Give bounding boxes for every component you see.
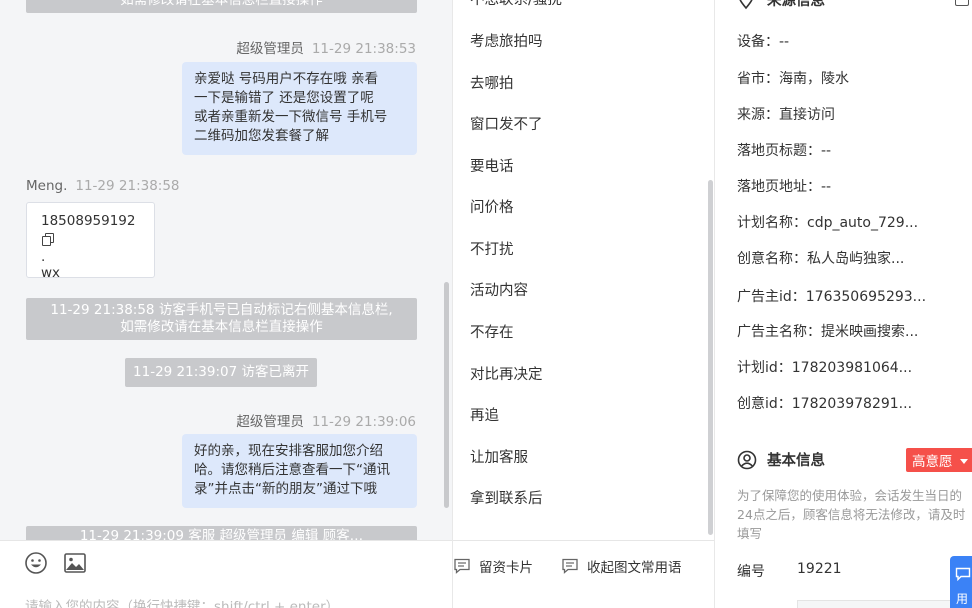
caret-down-icon bbox=[959, 459, 968, 464]
collapse-phrases-button[interactable]: 收起图文常用语 bbox=[561, 556, 682, 576]
card-dot: . bbox=[41, 249, 46, 265]
chat-panel: 如需修改请在基本信息栏直接操作 超级管理员 11-29 21:38:53 亲爱哒 … bbox=[0, 0, 452, 608]
system-message: 11-29 21:39:09 客服 超级管理员 编辑 顾客… bbox=[26, 526, 417, 540]
info-row-creative-id: 创意id：178203978291... bbox=[737, 396, 913, 412]
comment-icon bbox=[562, 558, 578, 574]
card-phone: 18508959192 bbox=[41, 213, 136, 229]
message-input[interactable]: 请输入您的内容（换行快捷键：shift/ctrl + enter） bbox=[25, 595, 339, 608]
intent-level-dropdown[interactable]: 高意愿 bbox=[906, 448, 972, 472]
quick-reply-item[interactable]: 活动内容 bbox=[470, 279, 528, 300]
quick-reply-item[interactable]: 不想联系/骚扰 bbox=[470, 0, 562, 9]
chat-icon bbox=[955, 567, 971, 581]
lead-card-label: 留资卡片 bbox=[479, 560, 533, 576]
info-row-creative-name: 创意名称：私人岛屿独家... bbox=[737, 251, 905, 267]
quick-reply-item[interactable]: 让加客服 bbox=[470, 446, 528, 467]
message-time: 11-29 21:38:58 bbox=[75, 178, 180, 194]
system-message-line: 11-29 21:38:58 访客手机号已自动标记右侧基本信息栏, bbox=[50, 302, 393, 318]
sender-name: 超级管理员 bbox=[236, 414, 304, 430]
quick-reply-item[interactable]: 不存在 bbox=[470, 321, 514, 342]
info-row-device: 设备：-- bbox=[737, 34, 790, 50]
system-message: 如需修改请在基本信息栏直接操作 bbox=[26, 0, 417, 13]
system-message-text: 11-29 21:39:07 访客已离开 bbox=[133, 364, 309, 380]
message-line: 录”并点击“新的朋友”通过下哦 bbox=[194, 481, 377, 497]
customer-info-panel: 来源信息 设备：-- 省市：海南，陵水 来源：直接访问 落地页标题：-- 落地页… bbox=[714, 0, 972, 608]
quick-reply-item[interactable]: 问价格 bbox=[470, 196, 514, 217]
chat-scrollbar[interactable] bbox=[444, 282, 449, 508]
visitor-message-card: 18508959192 . wx bbox=[26, 202, 155, 281]
system-message: 11-29 21:38:58 访客手机号已自动标记右侧基本信息栏, 如需修改请在… bbox=[26, 298, 417, 340]
info-row-advertiser-id: 广告主id：176350695293... bbox=[737, 289, 927, 305]
edit-icon[interactable] bbox=[955, 0, 969, 6]
quick-reply-item[interactable]: 窗口发不了 bbox=[470, 113, 543, 134]
agent-message-bubble: 亲爱哒 号码用户不存在哦 亲看 一下是输错了 还是您设置了呢 或者亲重新发一下微… bbox=[182, 62, 417, 155]
quick-reply-panel: 不想联系/骚扰 考虑旅拍吗 去哪拍 窗口发不了 要电话 问价格 不打扰 活动内容… bbox=[452, 0, 715, 608]
message-meta: Meng. 11-29 21:38:58 bbox=[26, 178, 180, 194]
info-row-plan-name: 计划名称：cdp_auto_729... bbox=[737, 215, 919, 231]
quick-reply-item[interactable]: 对比再决定 bbox=[470, 363, 543, 384]
quick-reply-item[interactable]: 拿到联系后 bbox=[470, 487, 543, 508]
agent-message-bubble: 好的亲，现在安排客服加您介绍 哈。请您稍后注意查看一下“通讯 录”并点击“新的朋… bbox=[182, 434, 417, 508]
lead-card-button[interactable]: 留资卡片 bbox=[453, 556, 533, 576]
float-service-button[interactable]: 用 bbox=[950, 556, 972, 608]
source-info-header: 来源信息 bbox=[737, 0, 825, 10]
info-field-input[interactable] bbox=[797, 600, 972, 608]
image-icon[interactable] bbox=[63, 551, 87, 575]
message-time: 11-29 21:39:06 bbox=[311, 414, 416, 430]
collapse-phrases-label: 收起图文常用语 bbox=[587, 560, 682, 576]
info-row-region: 省市：海南，陵水 bbox=[737, 71, 849, 87]
system-message-text: 11-29 21:39:09 客服 超级管理员 编辑 顾客… bbox=[79, 528, 364, 540]
message-line: 好的亲，现在安排客服加您介绍 bbox=[194, 443, 383, 459]
message-line: 哈。请您稍后注意查看一下“通讯 bbox=[194, 462, 390, 478]
intent-level-label: 高意愿 bbox=[912, 454, 953, 470]
quick-reply-item[interactable]: 去哪拍 bbox=[470, 72, 514, 93]
message-list[interactable]: 如需修改请在基本信息栏直接操作 超级管理员 11-29 21:38:53 亲爱哒 … bbox=[0, 0, 452, 540]
edit-deadline-notice: 为了保障您的使用体验，会话发生当日的24点之后，顾客信息将无法修改，请及时填写 bbox=[737, 488, 966, 541]
info-row-advertiser-name: 广告主名称：提米映画搜索... bbox=[737, 324, 919, 340]
message-line: 二维码加您发套餐了解 bbox=[194, 128, 329, 144]
quick-reply-scrollbar[interactable] bbox=[708, 180, 713, 535]
info-row-source: 来源：直接访问 bbox=[737, 107, 835, 123]
id-value: 19221 bbox=[797, 561, 842, 577]
system-message: 11-29 21:39:07 访客已离开 bbox=[125, 358, 317, 387]
smile-icon[interactable] bbox=[24, 551, 48, 575]
basic-info-header: 基本信息 bbox=[737, 449, 825, 470]
comment-icon bbox=[454, 558, 470, 574]
quick-reply-item[interactable]: 要电话 bbox=[470, 155, 514, 176]
card-phone-row: 18508959192 bbox=[41, 212, 140, 250]
message-line: 一下是输错了 还是您设置了呢 bbox=[194, 90, 374, 106]
message-line: 亲爱哒 号码用户不存在哦 亲看 bbox=[194, 71, 379, 87]
basic-info-title: 基本信息 bbox=[767, 453, 825, 469]
message-time: 11-29 21:38:53 bbox=[311, 41, 416, 57]
sender-name: 超级管理员 bbox=[236, 41, 304, 57]
system-message-text: 如需修改请在基本信息栏直接操作 bbox=[120, 0, 323, 8]
quick-reply-item[interactable]: 再追 bbox=[470, 404, 499, 425]
source-info-title: 来源信息 bbox=[767, 0, 825, 9]
float-button-label: 用 bbox=[956, 592, 969, 606]
composer: 请输入您的内容（换行快捷键：shift/ctrl + enter） bbox=[0, 540, 452, 608]
sender-name: Meng. bbox=[26, 178, 68, 194]
quick-reply-toolbar: 留资卡片 收起图文常用语 bbox=[453, 540, 715, 608]
info-row-plan-id: 计划id：178203981064... bbox=[737, 360, 913, 376]
location-icon bbox=[739, 0, 753, 9]
message-meta: 超级管理员 11-29 21:39:06 bbox=[236, 410, 416, 430]
message-meta: 超级管理员 11-29 21:38:53 bbox=[236, 37, 416, 57]
user-circle-icon bbox=[737, 450, 757, 469]
message-line: 或者亲重新发一下微信号 手机号 bbox=[194, 109, 388, 125]
copy-icon[interactable] bbox=[42, 233, 54, 246]
info-row-landing-url: 落地页地址：-- bbox=[737, 179, 832, 195]
card-wx: wx bbox=[41, 265, 61, 281]
system-message-line: 如需修改请在基本信息栏直接操作 bbox=[120, 319, 323, 335]
quick-reply-item[interactable]: 不打扰 bbox=[470, 238, 514, 259]
info-row-landing-title: 落地页标题：-- bbox=[737, 143, 832, 159]
quick-reply-item[interactable]: 考虑旅拍吗 bbox=[470, 30, 543, 51]
id-label: 编号 bbox=[737, 564, 765, 580]
